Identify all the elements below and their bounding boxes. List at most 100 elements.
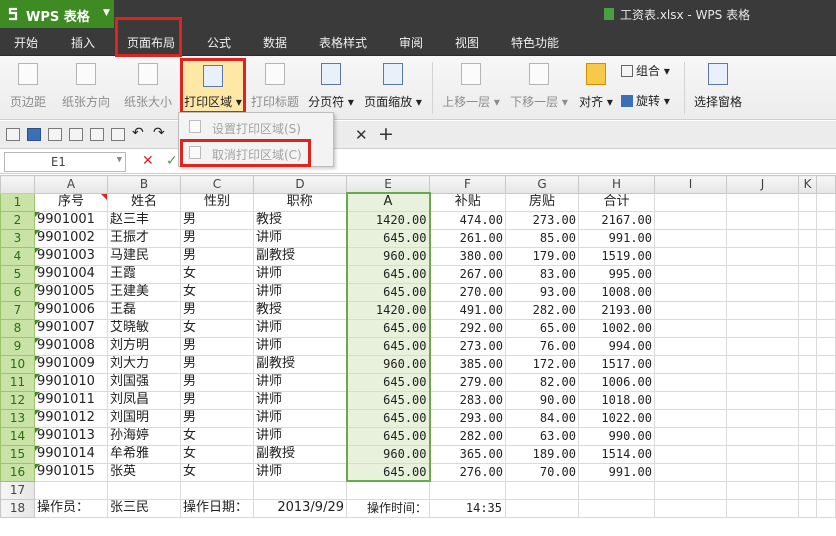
cell-k13[interactable] xyxy=(798,408,817,428)
cell-d6[interactable]: 讲师 xyxy=(253,282,347,302)
cell-j8[interactable] xyxy=(726,318,799,338)
page-zoom-button[interactable]: 页面缩放 ▾ xyxy=(363,56,423,110)
cell-k16[interactable] xyxy=(798,462,817,482)
cell-c4[interactable]: 男 xyxy=(180,246,254,266)
cell-b14[interactable]: 孙海婷 xyxy=(107,426,181,446)
cell-g17[interactable] xyxy=(505,480,579,500)
cell-e9[interactable]: 645.00 xyxy=(345,336,431,356)
row-header[interactable]: 16 xyxy=(0,462,35,482)
cell-e14[interactable]: 645.00 xyxy=(345,426,431,446)
cell-h9[interactable]: 994.00 xyxy=(578,336,655,356)
cell-c11[interactable]: 男 xyxy=(180,372,254,392)
cell-g15[interactable]: 189.00 xyxy=(505,444,579,464)
cell-b18[interactable]: 张三民 xyxy=(107,498,181,518)
cell-g6[interactable]: 93.00 xyxy=(505,282,579,302)
cell-i1[interactable] xyxy=(654,192,727,212)
tab-view[interactable]: 视图 xyxy=(455,34,479,51)
cell-c8[interactable]: 女 xyxy=(180,318,254,338)
cell-f6[interactable]: 270.00 xyxy=(429,282,506,302)
row-header[interactable]: 1 xyxy=(0,192,35,212)
cell-h13[interactable]: 1022.00 xyxy=(578,408,655,428)
print-preview-icon[interactable] xyxy=(90,128,104,141)
cell-b17[interactable] xyxy=(107,480,181,500)
column-header-d[interactable]: D xyxy=(253,175,347,194)
bring-forward-button[interactable]: 上移一层 ▾ xyxy=(442,56,500,110)
cell-c3[interactable]: 男 xyxy=(180,228,254,248)
column-header-k[interactable]: K xyxy=(798,175,817,194)
cell-d17[interactable] xyxy=(253,480,347,500)
cell-a1[interactable]: 序号 xyxy=(34,192,108,212)
cell-d8[interactable]: 讲师 xyxy=(253,318,347,338)
cell-g14[interactable]: 63.00 xyxy=(505,426,579,446)
close-tab-icon[interactable]: ✕ xyxy=(355,126,368,144)
cell-i13[interactable] xyxy=(654,408,727,428)
row-header[interactable]: 3 xyxy=(0,228,35,248)
tab-table-style[interactable]: 表格样式 xyxy=(319,34,367,51)
row-header[interactable]: 17 xyxy=(0,480,35,500)
cell-f16[interactable]: 276.00 xyxy=(429,462,506,482)
cell-a7[interactable]: 9901006 xyxy=(34,300,108,320)
cell-b3[interactable]: 王振才 xyxy=(107,228,181,248)
row-header[interactable]: 7 xyxy=(0,300,35,320)
cell-d2[interactable]: 教授 xyxy=(253,210,347,230)
cell-i17[interactable] xyxy=(654,480,727,500)
cell-k17[interactable] xyxy=(798,480,817,500)
cell-i14[interactable] xyxy=(654,426,727,446)
row-header[interactable]: 12 xyxy=(0,390,35,410)
print-titles-button[interactable]: 打印标题 xyxy=(250,56,300,110)
column-header-j[interactable]: J xyxy=(726,175,799,194)
cell-h7[interactable]: 2193.00 xyxy=(578,300,655,320)
cell-i10[interactable] xyxy=(654,354,727,374)
cell-e11[interactable]: 645.00 xyxy=(345,372,431,392)
cell-h2[interactable]: 2167.00 xyxy=(578,210,655,230)
cell-e3[interactable]: 645.00 xyxy=(345,228,431,248)
cell-b9[interactable]: 刘方明 xyxy=(107,336,181,356)
column-header-i[interactable]: I xyxy=(654,175,727,194)
cell-d10[interactable]: 副教授 xyxy=(253,354,347,374)
cell-g5[interactable]: 83.00 xyxy=(505,264,579,284)
cell-a10[interactable]: 9901009 xyxy=(34,354,108,374)
cell-e17[interactable] xyxy=(346,480,430,500)
cell-g3[interactable]: 85.00 xyxy=(505,228,579,248)
cell-k4[interactable] xyxy=(798,246,817,266)
new-tab-icon[interactable]: + xyxy=(378,123,394,145)
cell-a3[interactable]: 9901002 xyxy=(34,228,108,248)
cell-a4[interactable]: 9901003 xyxy=(34,246,108,266)
cell-d18[interactable]: 2013/9/29 xyxy=(253,498,347,518)
cell-e6[interactable]: 645.00 xyxy=(345,282,431,302)
cell-i15[interactable] xyxy=(654,444,727,464)
cell-b2[interactable]: 赵三丰 xyxy=(107,210,181,230)
cell-c1[interactable]: 性别 xyxy=(180,192,254,212)
cell-h11[interactable]: 1006.00 xyxy=(578,372,655,392)
redo-icon[interactable]: ↷ xyxy=(153,125,165,141)
cell-k2[interactable] xyxy=(798,210,817,230)
cell-d4[interactable]: 副教授 xyxy=(253,246,347,266)
cell-a9[interactable]: 9901008 xyxy=(34,336,108,356)
column-header-e[interactable]: E xyxy=(346,175,430,194)
row-header[interactable]: 13 xyxy=(0,408,35,428)
row-header[interactable]: 6 xyxy=(0,282,35,302)
cancel-formula-icon[interactable]: ✕ xyxy=(142,153,154,169)
cell-h17[interactable] xyxy=(578,480,655,500)
cell-k5[interactable] xyxy=(798,264,817,284)
cell-f9[interactable]: 273.00 xyxy=(429,336,506,356)
cell-e12[interactable]: 645.00 xyxy=(345,390,431,410)
tab-data[interactable]: 数据 xyxy=(263,34,287,51)
name-box[interactable]: E1 ▼ xyxy=(4,152,126,172)
cell-k11[interactable] xyxy=(798,372,817,392)
app-menu-button[interactable]: WPS 表格 ▼ xyxy=(0,0,114,28)
cell-b4[interactable]: 马建民 xyxy=(107,246,181,266)
select-all-corner[interactable] xyxy=(0,175,35,194)
cell-f1[interactable]: 补贴 xyxy=(429,192,506,212)
cell-i6[interactable] xyxy=(654,282,727,302)
cell-j11[interactable] xyxy=(726,372,799,392)
cell-i16[interactable] xyxy=(654,462,727,482)
row-header[interactable]: 15 xyxy=(0,444,35,464)
cell-j15[interactable] xyxy=(726,444,799,464)
cell-i9[interactable] xyxy=(654,336,727,356)
cell-j9[interactable] xyxy=(726,336,799,356)
cell-h12[interactable]: 1018.00 xyxy=(578,390,655,410)
cell-j2[interactable] xyxy=(726,210,799,230)
cell-b5[interactable]: 王霞 xyxy=(107,264,181,284)
set-print-area-item[interactable]: 设置打印区域(S) xyxy=(179,115,333,139)
